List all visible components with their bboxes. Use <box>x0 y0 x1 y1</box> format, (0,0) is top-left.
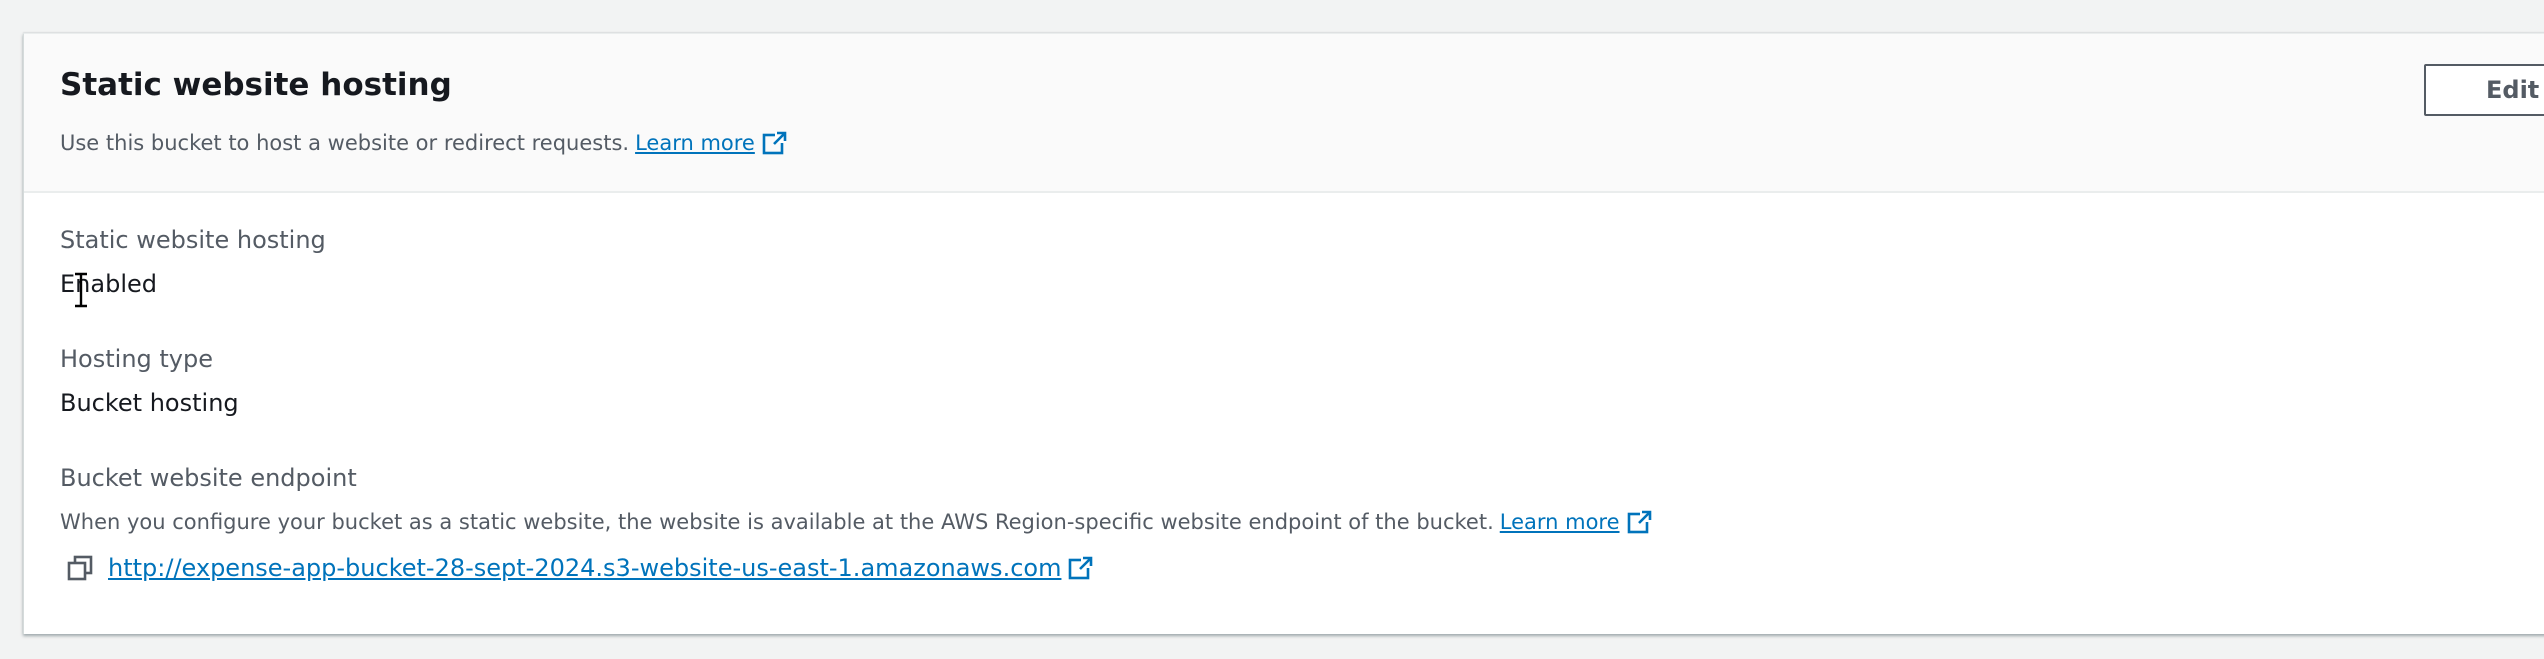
learn-more-link[interactable]: Learn more <box>635 130 787 156</box>
text-cursor-icon <box>75 272 87 308</box>
endpoint-description-text: When you configure your bucket as a stat… <box>60 510 1494 534</box>
endpoint-url-link[interactable]: http://expense-app-bucket-28-sept-2024.s… <box>108 554 1093 582</box>
external-link-icon <box>1627 510 1651 534</box>
panel-header: Static website hosting Use this bucket t… <box>24 34 2544 193</box>
bucket-website-endpoint-label: Bucket website endpoint <box>60 464 357 492</box>
edit-button[interactable]: Edit <box>2424 64 2544 116</box>
static-website-hosting-panel: Static website hosting Use this bucket t… <box>23 33 2544 634</box>
learn-more-label: Learn more <box>635 131 755 155</box>
hosting-type-value: Bucket hosting <box>60 389 239 417</box>
panel-title: Static website hosting <box>60 67 452 103</box>
external-link-icon <box>762 131 787 155</box>
copy-icon[interactable] <box>66 554 94 582</box>
endpoint-url-row: http://expense-app-bucket-28-sept-2024.s… <box>66 554 1093 582</box>
panel-description-text: Use this bucket to host a website or red… <box>60 131 630 155</box>
static-website-hosting-label: Static website hosting <box>60 226 326 254</box>
endpoint-learn-more-link[interactable]: Learn more <box>1500 509 1652 535</box>
endpoint-learn-more-label: Learn more <box>1499 510 1620 534</box>
page: Static website hosting Use this bucket t… <box>0 0 2544 659</box>
endpoint-description: When you configure your bucket as a stat… <box>60 509 1652 535</box>
external-link-icon <box>1069 556 1093 580</box>
panel-description: Use this bucket to host a website or red… <box>60 130 787 156</box>
endpoint-url-text: http://expense-app-bucket-28-sept-2024.s… <box>108 554 1062 582</box>
hosting-type-label: Hosting type <box>60 345 213 373</box>
